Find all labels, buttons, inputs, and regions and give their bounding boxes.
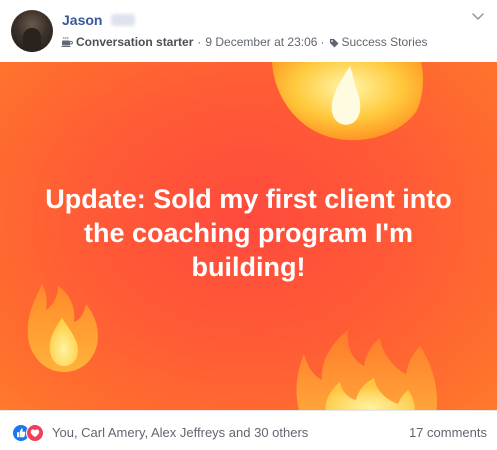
post-footer: You, Carl Amery, Alex Jeffreys and 30 ot… [0, 410, 497, 450]
tag-icon [329, 37, 339, 48]
post-meta: Conversation starter · 9 December at 23:… [61, 35, 428, 49]
post-header: Jason Conversation starter · 9 December … [0, 0, 497, 62]
author-avatar[interactable] [11, 10, 53, 52]
post-topic[interactable]: Success Stories [341, 35, 427, 49]
meta-separator: · [197, 35, 202, 49]
meta-separator: · [320, 35, 325, 49]
post-timestamp[interactable]: 9 December at 23:06 [205, 35, 317, 49]
fire-emoji-icon [27, 284, 99, 372]
author-name[interactable]: Jason [62, 12, 102, 28]
author-surname-redacted [111, 14, 135, 26]
reactions-summary[interactable]: You, Carl Amery, Alex Jeffreys and 30 ot… [52, 425, 308, 440]
conversation-starter-badge: Conversation starter [76, 35, 194, 49]
post-banner: Update: Sold my first client into the co… [0, 62, 497, 410]
post-card: Jason Conversation starter · 9 December … [0, 0, 497, 450]
fire-emoji-icon [272, 62, 423, 141]
chevron-down-icon[interactable] [471, 9, 485, 21]
fire-emoji-icon [296, 330, 437, 410]
coffee-cup-icon [61, 36, 73, 48]
banner-text: Update: Sold my first client into the co… [45, 184, 452, 282]
comments-count[interactable]: 17 comments [409, 425, 487, 440]
reaction-icons[interactable] [12, 424, 48, 442]
